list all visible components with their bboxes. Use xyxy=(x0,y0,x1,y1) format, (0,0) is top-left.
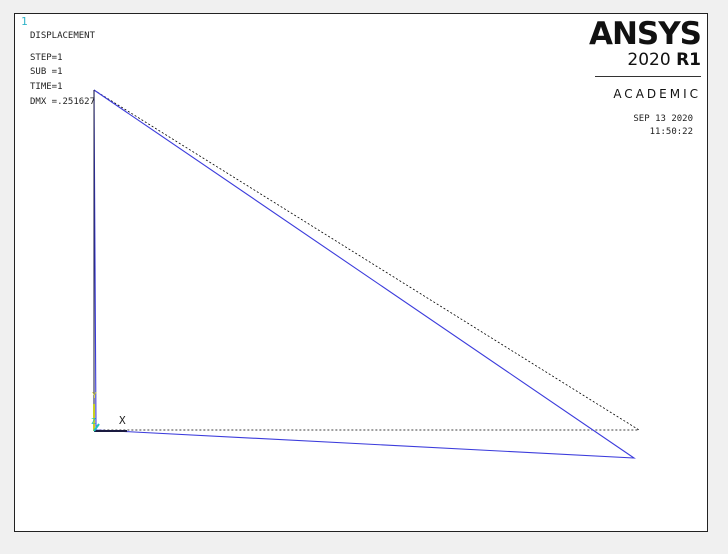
model-canvas xyxy=(93,89,641,459)
deformed-shape xyxy=(93,89,636,459)
triad-y-label: Y xyxy=(92,391,97,400)
undeformed-shape xyxy=(93,89,641,431)
triad-z-label: Z xyxy=(91,417,96,426)
graphics-window[interactable]: 1 DISPLACEMENT STEP=1 SUB =1 TIME=1 DMX … xyxy=(14,13,708,532)
triad-x-label: X xyxy=(119,414,126,427)
